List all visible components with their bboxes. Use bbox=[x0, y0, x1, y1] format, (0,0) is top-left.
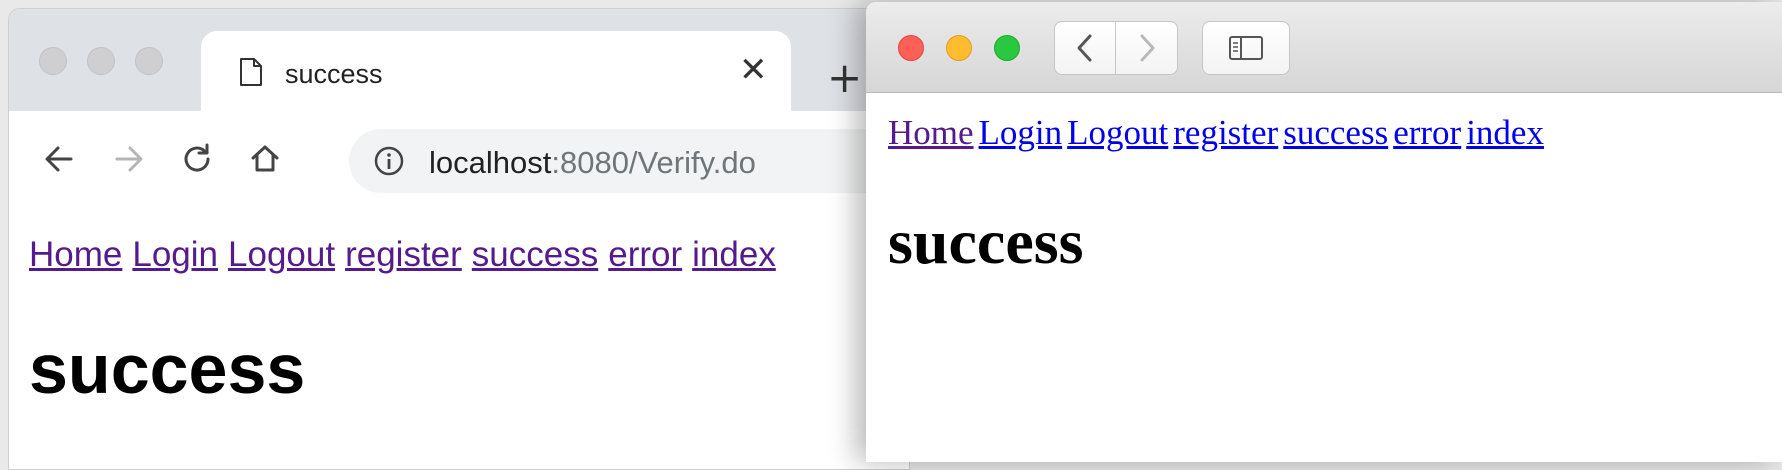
link-logout[interactable]: Logout bbox=[1067, 113, 1168, 152]
link-register[interactable]: register bbox=[345, 235, 462, 274]
plus-icon[interactable]: + bbox=[827, 57, 862, 99]
close-window-button[interactable] bbox=[39, 47, 67, 75]
sidebar-icon bbox=[1229, 36, 1263, 60]
link-home[interactable]: Home bbox=[29, 235, 122, 274]
chrome-toolbar: localhost:8080/Verify.do bbox=[9, 111, 909, 210]
chrome-tab-strip: success ✕ + bbox=[9, 9, 909, 121]
sidebar-button[interactable] bbox=[1202, 21, 1290, 75]
forward-button[interactable] bbox=[1116, 21, 1178, 75]
link-login[interactable]: Login bbox=[132, 235, 218, 274]
arrow-right-icon[interactable] bbox=[109, 139, 149, 179]
link-index[interactable]: index bbox=[1466, 113, 1544, 152]
close-window-button[interactable] bbox=[898, 35, 924, 61]
home-icon[interactable] bbox=[245, 139, 285, 179]
chrome-window: success ✕ + localhost:8080/Verify.do Hom… bbox=[8, 8, 910, 470]
reload-icon[interactable] bbox=[177, 139, 217, 179]
safari-page-content: Home Login Logout register success error index… bbox=[866, 93, 1782, 462]
zoom-window-button[interactable] bbox=[994, 35, 1020, 61]
chevron-left-icon bbox=[1077, 34, 1092, 62]
tab-title: success bbox=[285, 59, 383, 89]
link-logout[interactable]: Logout bbox=[228, 235, 335, 274]
safari-nav-links: Home Login Logout register success error index bbox=[888, 113, 1549, 153]
url-text: localhost:8080/Verify.do bbox=[429, 145, 756, 181]
arrow-left-icon[interactable] bbox=[39, 139, 79, 179]
link-index[interactable]: index bbox=[692, 235, 776, 274]
back-button[interactable] bbox=[1054, 21, 1116, 75]
link-success[interactable]: success bbox=[1283, 113, 1388, 152]
chevron-right-icon bbox=[1140, 34, 1154, 62]
close-icon[interactable]: ✕ bbox=[739, 53, 768, 87]
safari-window: Home Login Logout register success error index… bbox=[866, 2, 1782, 462]
link-error[interactable]: error bbox=[608, 235, 682, 274]
link-home[interactable]: Home bbox=[888, 113, 974, 152]
link-login[interactable]: Login bbox=[979, 113, 1063, 152]
page-heading: success bbox=[888, 206, 1084, 277]
zoom-window-button[interactable] bbox=[135, 47, 163, 75]
page-heading: success bbox=[29, 330, 306, 408]
minimize-window-button[interactable] bbox=[946, 35, 972, 61]
url-path: :8080/Verify.do bbox=[551, 145, 756, 180]
chrome-page-content: Home Login Logout register success error index… bbox=[9, 209, 909, 469]
address-bar[interactable]: localhost:8080/Verify.do bbox=[349, 129, 909, 193]
page-icon bbox=[240, 58, 262, 86]
info-icon[interactable] bbox=[373, 145, 405, 177]
safari-toolbar bbox=[866, 2, 1782, 93]
link-error[interactable]: error bbox=[1393, 113, 1461, 152]
link-register[interactable]: register bbox=[1173, 113, 1278, 152]
link-success[interactable]: success bbox=[472, 235, 598, 274]
chrome-nav-links: Home Login Logout register success error index bbox=[29, 235, 786, 275]
url-host: localhost bbox=[429, 145, 552, 180]
tab-success[interactable]: success ✕ bbox=[201, 31, 791, 121]
minimize-window-button[interactable] bbox=[87, 47, 115, 75]
